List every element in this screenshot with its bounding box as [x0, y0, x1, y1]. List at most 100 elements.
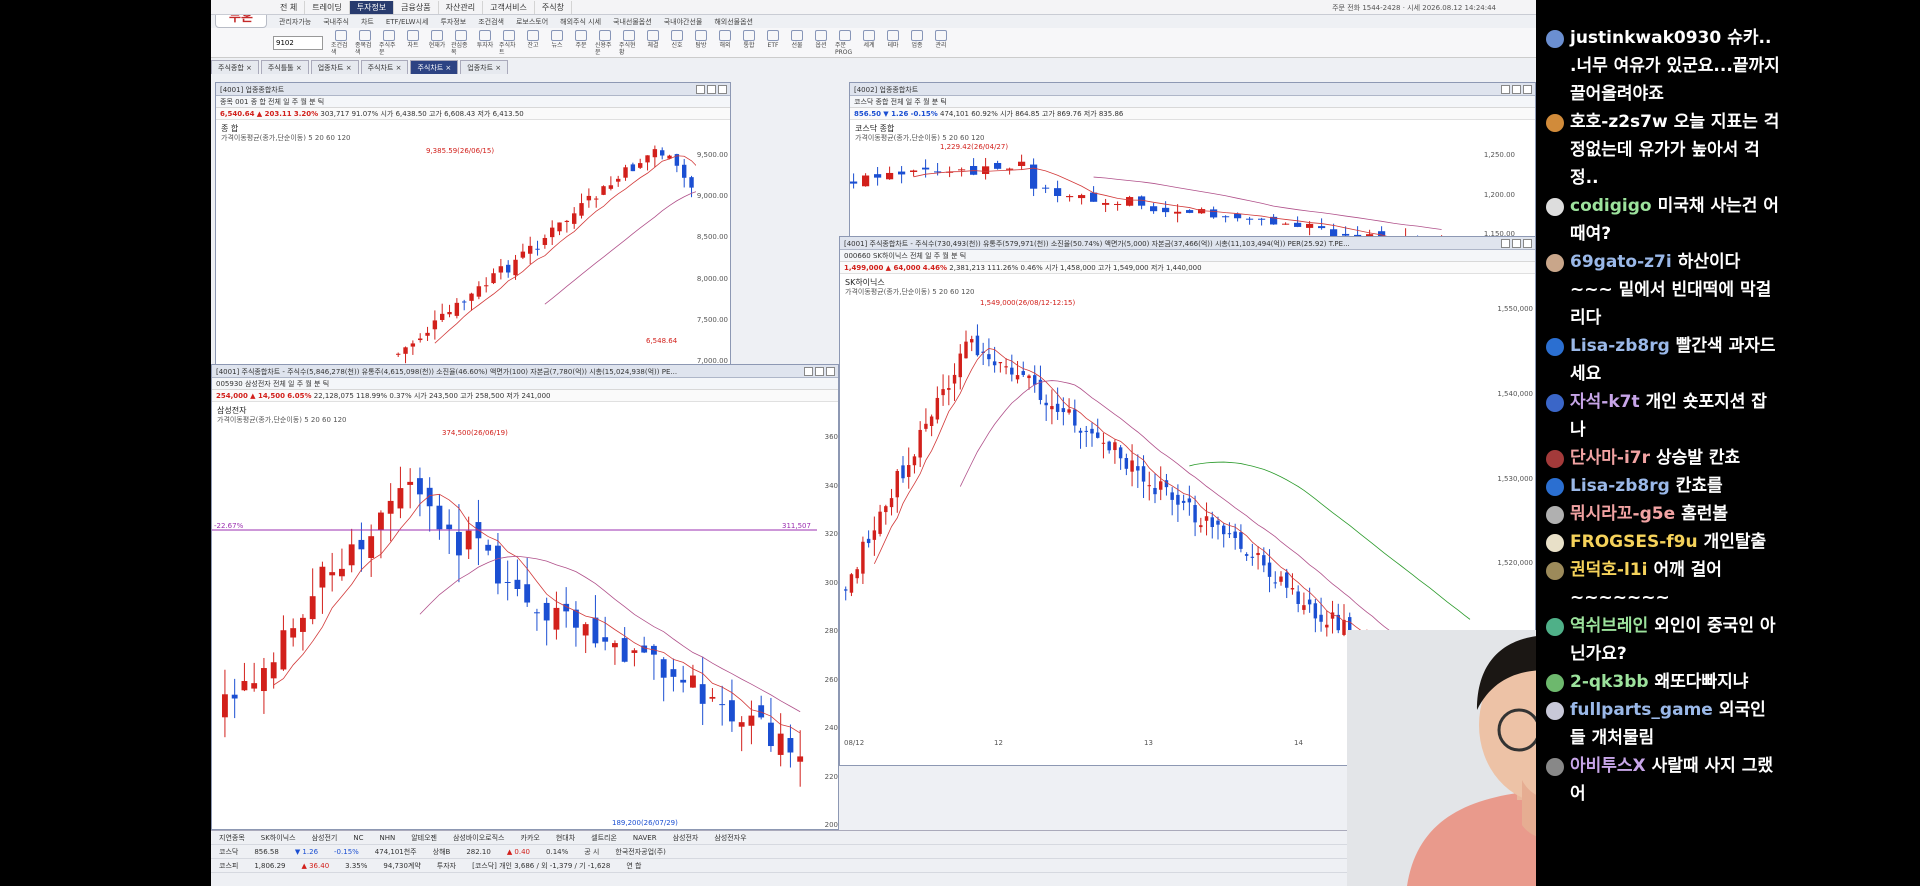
ticker-cell[interactable]: 지연종목	[211, 833, 253, 843]
close-icon[interactable]	[718, 85, 727, 94]
ticker-cell[interactable]: 삼성바이오로직스	[445, 833, 513, 843]
toolbar-button-22[interactable]: 세계	[859, 29, 879, 56]
chat-username[interactable]: Lisa-zb8rg	[1570, 336, 1670, 356]
toolbar-button-18[interactable]: ETF	[763, 29, 783, 56]
toolbar-button-21[interactable]: 주문PROG	[835, 29, 855, 56]
toolbar-button-13[interactable]: 체결	[643, 29, 663, 56]
toolbar-button-17[interactable]: 통합	[739, 29, 759, 56]
toolbar-button-11[interactable]: 신용주문	[595, 29, 615, 56]
window-title[interactable]: [4001] 주식종합차트 - 주식수(730,493(천)) 유통주(579,…	[840, 237, 1535, 250]
menu-item-1[interactable]: 트레이딩	[305, 1, 350, 14]
chat-username[interactable]: 권덕호-l1i	[1570, 560, 1647, 580]
close-icon[interactable]	[826, 367, 835, 376]
chat-username[interactable]: 69gato-z7i	[1570, 252, 1672, 272]
tab-1[interactable]: 주식틀톨 ×	[260, 60, 309, 74]
minimize-icon[interactable]	[1501, 239, 1510, 248]
tab-2[interactable]: 업종차트 ×	[310, 60, 359, 74]
candle-chart[interactable]: 1,229.42(26/04/27)	[850, 143, 1490, 237]
submenu-item-10[interactable]: 해외선물옵션	[708, 15, 759, 29]
symbol-info[interactable]: SK하이닉스 전체 일 주 월 분 틱	[873, 252, 966, 260]
screen-code-input[interactable]: 9102	[273, 35, 323, 50]
ticker-cell[interactable]: NAVER	[625, 834, 665, 842]
toolbar-button-15[interactable]: 탐방	[691, 29, 711, 56]
ticker-cell[interactable]: NHN	[371, 834, 403, 842]
window-title[interactable]: [4002] 업종종합차트	[850, 83, 1535, 96]
window-controls[interactable]	[1501, 239, 1532, 248]
index-chart-window-kosdaq[interactable]: [4002] 업종종합차트 코스닥 종합 전체 일 주 월 분 틱 856.50…	[849, 82, 1536, 237]
toolbar-button-0[interactable]: 조건검색	[331, 29, 351, 56]
ticker-cell[interactable]: 삼성전기	[304, 833, 346, 843]
toolbar-button-24[interactable]: 업종	[907, 29, 927, 56]
toolbar-button-19[interactable]: 선물	[787, 29, 807, 56]
submenu-item-8[interactable]: 국내선물옵션	[607, 15, 658, 29]
chat-username[interactable]: codigigo	[1570, 196, 1652, 216]
candle-chart[interactable]: 9,385.59(26/06/15) 6,548.64	[216, 143, 696, 365]
live-chat-panel[interactable]: justinkwak0930 슈카.. .너무 여유가 있군요...끝까지 끌어올…	[1536, 0, 1786, 886]
symbol-bar[interactable]: 005930 삼성전자 전체 일 주 월 분 틱	[212, 378, 838, 390]
toolbar-button-9[interactable]: 뉴스	[547, 29, 567, 56]
watchlist-row[interactable]: 지연종목 SK하이닉스 삼성전기 NC NHN 알테오젠 삼성바이오로직스 카카오 현대차 셀트리…	[211, 831, 1536, 845]
toolbar-button-16[interactable]: 해외	[715, 29, 735, 56]
candle-chart[interactable]: 374,500(26/06/19) 189,200(26/07/29) -22.67…	[212, 425, 817, 829]
chat-username[interactable]: fullparts_game	[1570, 700, 1713, 720]
maximize-icon[interactable]	[1512, 85, 1521, 94]
tab-3[interactable]: 주식차트 ×	[360, 60, 409, 74]
submenu-item-1[interactable]: 국내주식	[317, 15, 355, 29]
stock-code[interactable]: 000660	[844, 252, 871, 260]
stock-chart-window-samsung[interactable]: [4001] 주식종합차트 - 주식수(5,846,278(천)) 유통주(4,…	[211, 364, 839, 830]
chat-username[interactable]: 아비투스X	[1570, 756, 1646, 776]
chat-username[interactable]: 자석-k7t	[1570, 392, 1640, 412]
ticker-cell[interactable]: 삼성전자	[665, 833, 707, 843]
maximize-icon[interactable]	[815, 367, 824, 376]
menu-item-6[interactable]: 주식창	[535, 1, 572, 14]
chat-username[interactable]: 2-qk3bb	[1570, 672, 1649, 692]
toolbar-button-20[interactable]: 옵션	[811, 29, 831, 56]
toolbar-button-2[interactable]: 주식주문	[379, 29, 399, 56]
window-title[interactable]: [4001] 주식종합차트 - 주식수(5,846,278(천)) 유통주(4,…	[212, 365, 838, 378]
submenu-item-2[interactable]: 차트	[355, 15, 380, 29]
menu-item-4[interactable]: 자산관리	[439, 1, 484, 14]
toolbar-button-8[interactable]: 잔고	[523, 29, 543, 56]
toolbar-button-3[interactable]: 차트	[403, 29, 423, 56]
minimize-icon[interactable]	[1501, 85, 1510, 94]
window-title[interactable]: [4001] 업종종합차트	[216, 83, 730, 96]
chat-username[interactable]: 뭐시라꼬-g5e	[1570, 504, 1675, 524]
submenu-item-0[interactable]: 관리자가능	[273, 15, 317, 29]
chat-username[interactable]: FROGSES-f9u	[1570, 532, 1698, 552]
ticker-cell[interactable]: 삼성전자우	[706, 833, 754, 843]
tab-0[interactable]: 주식종합 ×	[211, 60, 259, 74]
chat-username[interactable]: 역쉬브레인	[1570, 616, 1648, 636]
tab-5[interactable]: 업종차트 ×	[460, 60, 509, 74]
toolbar-button-7[interactable]: 주식차트	[499, 29, 519, 56]
close-icon[interactable]	[1523, 85, 1532, 94]
submenu-item-6[interactable]: 로보스토어	[510, 15, 554, 29]
toolbar-button-6[interactable]: 투자자	[475, 29, 495, 56]
toolbar-button-4[interactable]: 현재가	[427, 29, 447, 56]
symbol-bar[interactable]: 000660 SK하이닉스 전체 일 주 월 분 틱	[840, 250, 1535, 262]
submenu-item-9[interactable]: 국내야간선물	[658, 15, 709, 29]
submenu-item-4[interactable]: 투자정보	[434, 15, 472, 29]
menu-item-0[interactable]: 전 체	[273, 1, 306, 14]
toolbar-button-23[interactable]: 테마	[883, 29, 903, 56]
chat-username[interactable]: 단사마-i7r	[1570, 448, 1650, 468]
toolbar-button-1[interactable]: 종목검색	[355, 29, 375, 56]
submenu-item-7[interactable]: 해외주식 시세	[554, 15, 607, 29]
ticker-cell[interactable]: 알테오젠	[403, 833, 445, 843]
submenu-item-5[interactable]: 조건검색	[472, 15, 510, 29]
window-controls[interactable]	[804, 367, 835, 376]
maximize-icon[interactable]	[1512, 239, 1521, 248]
toolbar-button-10[interactable]: 주문	[571, 29, 591, 56]
chat-username[interactable]: justinkwak0930	[1570, 28, 1721, 48]
ticker-cell[interactable]: 셀트리온	[583, 833, 625, 843]
minimize-icon[interactable]	[804, 367, 813, 376]
maximize-icon[interactable]	[707, 85, 716, 94]
toolbar-button-14[interactable]: 신호	[667, 29, 687, 56]
close-icon[interactable]	[1523, 239, 1532, 248]
symbol-info[interactable]: 삼성전자 전체 일 주 월 분 틱	[245, 380, 329, 388]
stock-code[interactable]: 005930	[216, 380, 243, 388]
tab-4[interactable]: 주식차트 ×	[410, 60, 459, 74]
menu-item-3[interactable]: 금융상품	[394, 1, 439, 14]
ticker-cell[interactable]: 현대차	[548, 833, 583, 843]
toolbar-button-5[interactable]: 관심종목	[451, 29, 471, 56]
symbol-bar[interactable]: 종목 001 종 합 전체 일 주 월 분 틱	[216, 96, 730, 108]
